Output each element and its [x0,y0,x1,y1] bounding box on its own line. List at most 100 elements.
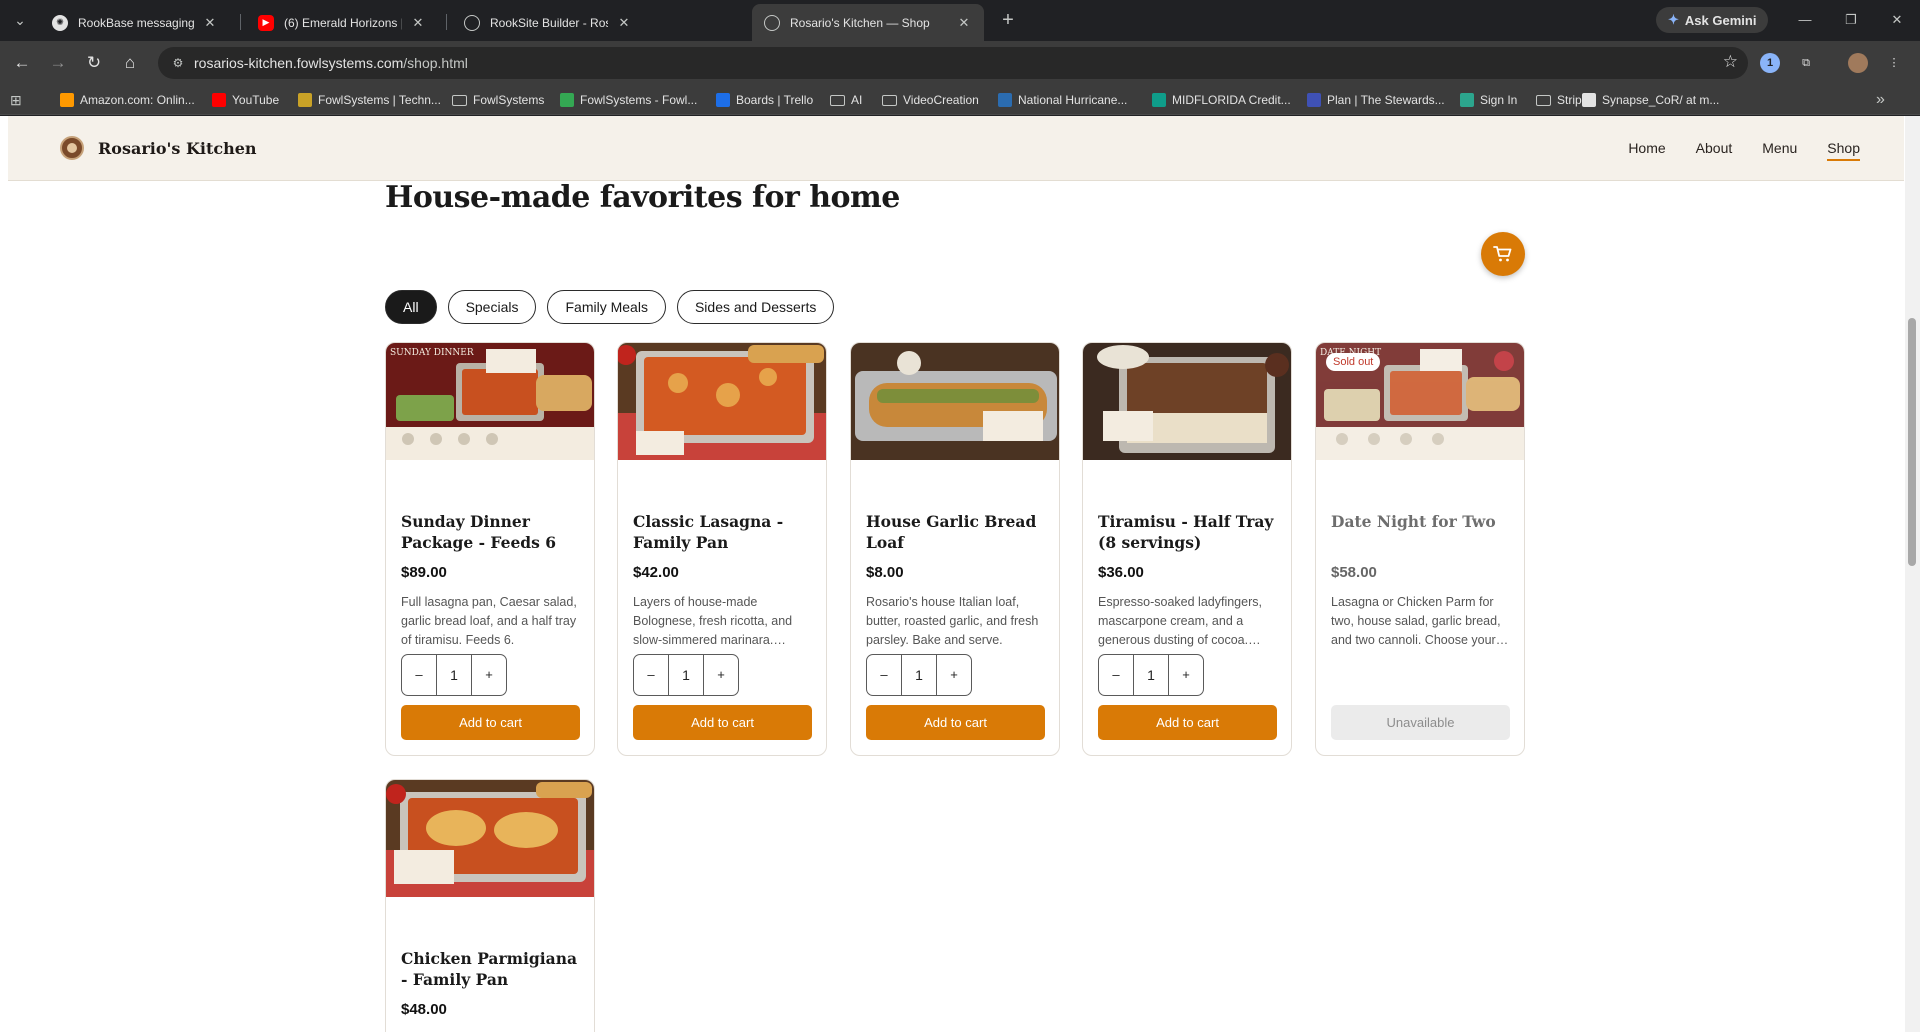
quantity-value[interactable]: 1 [901,655,937,695]
restore-icon[interactable]: ❐ [1828,8,1874,32]
minimize-icon[interactable]: — [1782,8,1828,32]
extensions-icon[interactable]: ⧉ [1796,53,1816,73]
nav-menu[interactable]: Menu [1762,140,1797,161]
sunday-dinner-image-text: SUNDAY DINNER [390,348,474,358]
filter-specials[interactable]: Specials [447,290,537,324]
brand-name[interactable]: Rosario's Kitchen [98,139,257,158]
product-image[interactable]: SUNDAY DINNER [386,343,594,460]
decrease-qty-button[interactable]: – [867,655,901,695]
bookmark-label: MIDFLORIDA Credit... [1172,93,1291,107]
cart-button[interactable] [1481,232,1525,276]
product-image[interactable] [1083,343,1291,460]
bookmark-item[interactable]: Sign In [1460,90,1517,110]
back-icon[interactable]: ← [8,49,36,77]
apps-grid-icon[interactable]: ⊞ [10,90,22,110]
more-bookmarks-icon[interactable]: » [1876,90,1885,110]
tab-divider [240,14,241,30]
bookmark-item[interactable]: AI [830,90,862,110]
filter-sides-desserts[interactable]: Sides and Desserts [676,290,835,324]
increase-qty-button[interactable]: + [472,655,506,695]
bookmark-label: YouTube [232,93,280,107]
bookmark-item[interactable]: Synapse_CoR/ at m... [1582,90,1719,110]
product-image[interactable]: DATE NIGHT Sold out [1316,343,1524,460]
decrease-qty-button[interactable]: – [402,655,436,695]
tab-youtube[interactable]: ▶ (6) Emerald Horizons | Frutiger ✕ [246,4,438,41]
close-icon[interactable]: ✕ [956,15,972,31]
product-name[interactable]: Date Night for Two [1331,511,1516,532]
product-image[interactable] [386,780,594,897]
bookmark-item[interactable]: Boards | Trello [716,90,813,110]
bookmark-item[interactable]: YouTube [212,90,279,110]
decrease-qty-button[interactable]: – [1099,655,1133,695]
product-card-tiramisu: Tiramisu - Half Tray (8 servings) $36.00… [1082,342,1292,756]
tab-search-chevron-icon[interactable]: ⌄ [8,8,32,32]
quantity-stepper: – 1 + [866,654,972,696]
increase-qty-button[interactable]: + [937,655,971,695]
bookmark-star-icon[interactable]: ☆ [1723,52,1738,72]
nav-home[interactable]: Home [1628,140,1665,161]
quantity-stepper: – 1 + [401,654,507,696]
new-tab-icon[interactable]: + [996,8,1020,32]
bookmark-item[interactable]: FowlSystems - Fowl... [560,90,697,110]
page-scrollbar[interactable] [1905,116,1920,1032]
filter-family-meals[interactable]: Family Meals [547,290,666,324]
address-bar[interactable]: ⚙ rosarios-kitchen.fowlsystems.com/shop.… [158,47,1748,79]
product-name[interactable]: Classic Lasagna - Family Pan [633,511,818,553]
forward-icon[interactable]: → [44,49,72,77]
menu-kebab-icon[interactable]: ⋮ [1884,53,1904,73]
password-manager-icon[interactable]: 1 [1760,53,1780,73]
quantity-value[interactable]: 1 [436,655,472,695]
close-icon[interactable]: ✕ [616,15,632,31]
profile-avatar[interactable] [1848,53,1868,73]
bookmark-item[interactable]: National Hurricane... [998,90,1127,110]
product-name[interactable]: House Garlic Bread Loaf [866,511,1051,553]
site-info-icon[interactable]: ⚙ [170,55,186,71]
close-icon[interactable]: ✕ [202,15,218,31]
increase-qty-button[interactable]: + [1169,655,1203,695]
close-window-icon[interactable]: ✕ [1874,8,1920,32]
add-to-cart-button[interactable]: Add to cart [866,705,1045,740]
product-image[interactable] [618,343,826,460]
bookmark-label: Synapse_CoR/ at m... [1602,93,1720,107]
bookmark-item[interactable]: VideoCreation [882,90,979,110]
product-name[interactable]: Tiramisu - Half Tray (8 servings) [1098,511,1283,553]
nav-about[interactable]: About [1696,140,1733,161]
tab-rooksite[interactable]: RookSite Builder - Rosario's Kitc ✕ [452,4,644,41]
product-description: Layers of house-made Bolognese, fresh ri… [633,595,793,647]
url-host: rosarios-kitchen.fowlsystems.com [194,55,404,71]
close-icon[interactable]: ✕ [410,15,426,31]
filter-all[interactable]: All [385,290,437,324]
url-text: rosarios-kitchen.fowlsystems.com/shop.ht… [194,55,468,71]
increase-qty-button[interactable]: + [704,655,738,695]
bookmark-item[interactable]: FowlSystems | Techn... [298,90,441,110]
quantity-value[interactable]: 1 [1133,655,1169,695]
bookmark-label: Plan | The Stewards... [1327,93,1445,107]
reload-icon[interactable]: ↻ [80,49,108,77]
bookmark-item[interactable]: MIDFLORIDA Credit... [1152,90,1291,110]
quantity-stepper: – 1 + [633,654,739,696]
nav-shop[interactable]: Shop [1827,140,1860,161]
bookmark-label: Amazon.com: Onlin... [80,93,195,107]
restaurant-logo-icon[interactable] [60,136,84,160]
scrollbar-thumb[interactable] [1908,318,1916,566]
product-image[interactable] [851,343,1059,460]
add-to-cart-button[interactable]: Add to cart [633,705,812,740]
product-name[interactable]: Sunday Dinner Package - Feeds 6 [401,511,586,553]
product-card-chicken-parm: Chicken Parmigiana - Family Pan $48.00 [385,779,595,1032]
home-icon[interactable]: ⌂ [116,49,144,77]
bookmark-item[interactable]: Stripe [1536,90,1588,110]
decrease-qty-button[interactable]: – [634,655,668,695]
bookmark-item[interactable]: FowlSystems [452,90,544,110]
product-name[interactable]: Chicken Parmigiana - Family Pan [401,948,586,990]
bookmark-item[interactable]: Amazon.com: Onlin... [60,90,195,110]
add-to-cart-button[interactable]: Add to cart [1098,705,1277,740]
tab-rosarios-shop[interactable]: Rosario's Kitchen — Shop ✕ [752,4,984,41]
product-price: $42.00 [633,564,679,581]
add-to-cart-button[interactable]: Add to cart [401,705,580,740]
bookmark-item[interactable]: Plan | The Stewards... [1307,90,1445,110]
bookmark-label: FowlSystems | Techn... [318,93,441,107]
product-price: $36.00 [1098,564,1144,581]
ask-gemini-button[interactable]: ✦ Ask Gemini [1656,7,1769,33]
quantity-value[interactable]: 1 [668,655,704,695]
tab-rookbase[interactable]: ✺ RookBase messaging direction ✕ [40,4,230,41]
